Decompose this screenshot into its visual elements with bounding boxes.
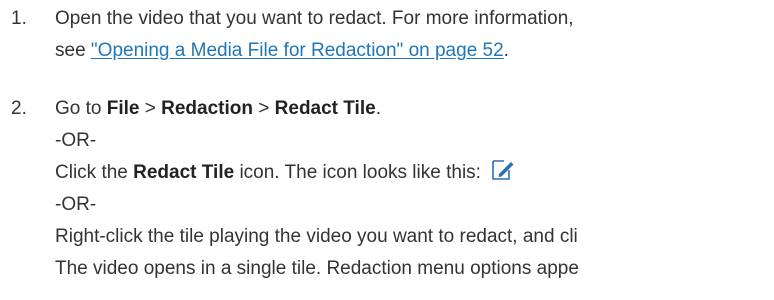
step-text: . (375, 98, 381, 119)
step-text: Open the video that you want to redact. … (55, 8, 574, 29)
step-text: see "Opening a Media File for Redaction"… (55, 35, 574, 67)
menu-file: File (106, 98, 140, 119)
step-text: . (503, 40, 509, 61)
or-separator: -OR- (55, 194, 97, 215)
redact-tile-label: Redact Tile (133, 162, 235, 183)
menu-redaction: Redaction (161, 98, 253, 119)
cross-reference-link[interactable]: "Opening a Media File for Redaction" on … (91, 40, 504, 61)
step-number: 1. (11, 8, 27, 29)
menu-path: Go to File > Redaction > Redact Tile. (55, 93, 579, 125)
menu-separator: > (139, 98, 162, 119)
or-separator: -OR- (55, 130, 97, 151)
step-text: icon. The icon looks like this: (234, 162, 487, 183)
step-text: Click the Redact Tile icon. The icon loo… (55, 157, 579, 189)
step-number: 2. (11, 98, 27, 119)
step-text: The video opens in a single tile. Redact… (55, 258, 579, 279)
redact-tile-icon (490, 158, 514, 182)
step-body: Open the video that you want to redact. … (55, 3, 574, 67)
menu-redact-tile: Redact Tile (274, 98, 376, 119)
step-text: Right-click the tile playing the video y… (55, 226, 578, 247)
step-text: Click the (55, 162, 134, 183)
menu-separator: > (253, 98, 275, 119)
step-body: Go to File > Redaction > Redact Tile. -O… (55, 93, 579, 285)
step-text: Go to (55, 98, 107, 119)
step-text: see (55, 40, 91, 61)
